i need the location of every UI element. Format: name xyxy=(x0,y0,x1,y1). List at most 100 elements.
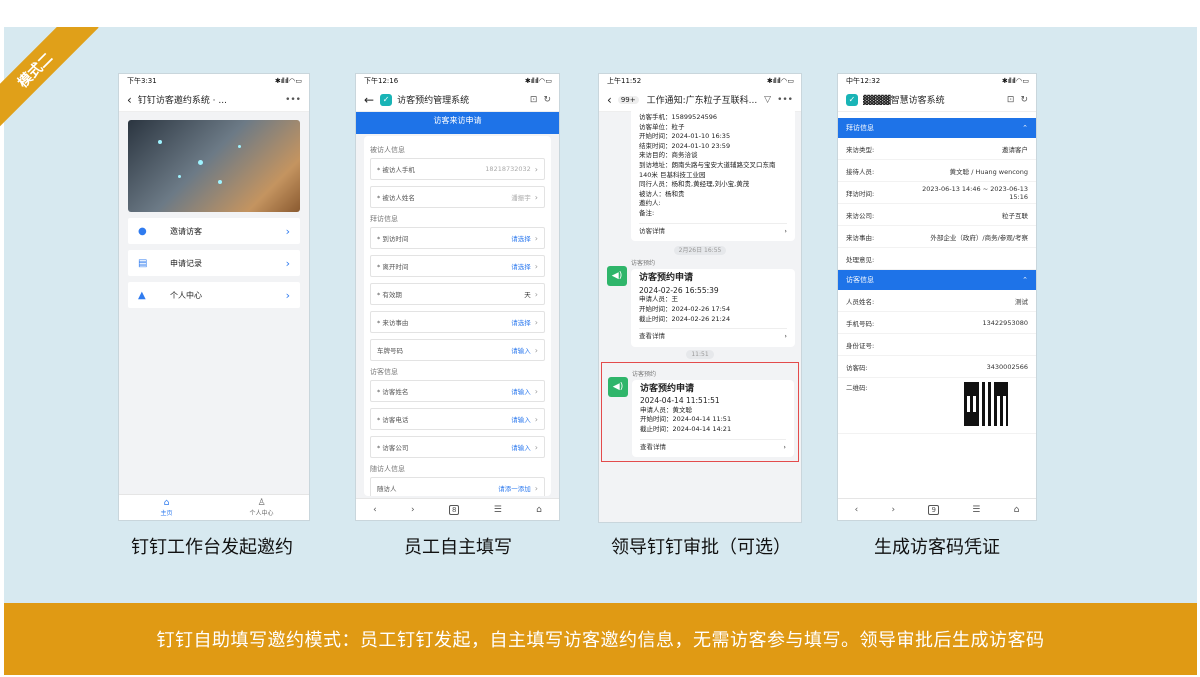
signal-icons: ✱ ıll ıll ◠ ▭ xyxy=(1001,77,1029,85)
chevron-right-icon: › xyxy=(784,226,787,235)
phone-approval-chat: 上午11:52 ✱ ıll ıll ◠ ▭ ‹ 99+ 工作通知:广东粒子互联科.… xyxy=(599,74,801,522)
visit-info-rows: 来访类型: 邀请客户 接待人员: 黄文聪 / Huang wencong 拜访时间: 20… xyxy=(838,138,1036,270)
info-key: 访客码: xyxy=(846,363,868,372)
qr-row: 二维码: xyxy=(838,378,1036,434)
form-field[interactable]: * 有效期 天 › xyxy=(370,283,545,305)
field-label: * 离开时间 xyxy=(377,263,409,271)
home-icon[interactable]: ⌂ xyxy=(536,505,542,515)
section-visitor-info[interactable]: 访客信息 ⌃ xyxy=(838,270,1036,290)
info-key: 处理意见: xyxy=(846,255,875,264)
back-icon[interactable]: ‹ xyxy=(127,93,132,107)
form-field[interactable]: * 访客姓名 请输入 › xyxy=(370,380,545,402)
chevron-right-icon: › xyxy=(534,289,538,299)
menu-item-label: 申请记录 xyxy=(170,258,202,268)
menu-item-label: 个人中心 xyxy=(170,290,202,300)
nav-back-icon[interactable]: ‹ xyxy=(855,505,859,515)
form-field[interactable]: * 来访事由 请选择 › xyxy=(370,311,545,333)
info-key: 身份证号: xyxy=(846,341,875,350)
more-icon[interactable]: ••• xyxy=(285,95,301,105)
menu-icon[interactable]: ☰ xyxy=(972,505,980,515)
previous-message: 访客手机：15899524596 访客单位：粒子 开始时间：2024-01-10 1… xyxy=(631,108,795,242)
field-value: 天 xyxy=(524,291,531,299)
form-field[interactable]: * 被访人手机 18218732032 › xyxy=(370,158,545,180)
refresh-icon[interactable]: ↻ xyxy=(543,95,551,105)
tabs-count-icon[interactable]: 8 xyxy=(448,504,460,515)
chevron-right-icon: › xyxy=(534,483,538,493)
details-link[interactable]: 访客详情 › xyxy=(639,222,787,237)
menu-icon[interactable]: ☰ xyxy=(494,505,502,515)
form-field[interactable]: * 访客电话 请输入 › xyxy=(370,408,545,430)
form-field[interactable]: 随访人 请添一添加 › xyxy=(370,477,545,496)
menu-item-label: 邀请访客 xyxy=(170,226,202,236)
tab-profile[interactable]: ♙ 个人中心 xyxy=(214,495,309,520)
app-title: 访客预约管理系统 xyxy=(397,96,470,106)
form-field[interactable]: 车牌号码 请输入 › xyxy=(370,339,545,361)
message-line: 结束时间：2024-01-10 23:59 xyxy=(639,141,731,150)
section-title: 拜访信息 xyxy=(370,215,398,223)
info-value: 2023-06-13 14:46 ~ 2023-06-13 15:16 xyxy=(922,184,1028,201)
tabs-count-icon[interactable]: 9 xyxy=(928,504,939,515)
back-icon[interactable]: ‹ xyxy=(607,93,612,107)
chevron-up-icon: ⌃ xyxy=(1022,276,1028,284)
mode-tag: 模式二 xyxy=(0,27,99,134)
person-icon: ▲ xyxy=(138,289,146,301)
status-time: 下午3:31 xyxy=(127,77,157,85)
info-value: 粒子互联 xyxy=(1002,211,1028,220)
highlighted-message: 访客预约 ◀) 访客预约申请 2024-04-14 11:51:51 申请人员：… xyxy=(601,361,799,463)
message-lines: 访客手机：15899524596 访客单位：粒子 开始时间：2024-01-10 1… xyxy=(639,113,787,219)
app-header: ← ✓ 访客预约管理系统 ⊡ ↻ xyxy=(356,88,559,112)
view-details-link[interactable]: 查看详情 › xyxy=(639,328,787,342)
chevron-right-icon: › xyxy=(285,288,290,302)
form-field[interactable]: * 访客公司 请输入 › xyxy=(370,436,545,458)
home-icon[interactable]: ⌂ xyxy=(1014,505,1020,515)
timestamp: 11:51 xyxy=(605,349,795,359)
info-key: 来访公司: xyxy=(846,211,875,220)
person-icon: ♙ xyxy=(257,498,266,508)
message-line: 邀约人: xyxy=(639,199,661,208)
signal-icons: ✱ ıll ıll ◠ ▭ xyxy=(766,77,794,85)
form-field[interactable]: * 离开时间 请选择 › xyxy=(370,255,545,277)
refresh-icon[interactable]: ↻ xyxy=(1020,95,1028,105)
info-value: 黄文聪 / Huang wencong xyxy=(949,167,1028,176)
form-field[interactable]: * 被访人姓名 潘振宇 › xyxy=(370,186,545,208)
field-value: 请输入 xyxy=(511,444,531,452)
menu-item[interactable]: ● 邀请访客 › xyxy=(128,218,300,244)
share-icon[interactable]: ⊡ xyxy=(530,95,538,105)
browser-nav: ‹ › 9 ☰ ⌂ xyxy=(838,498,1036,520)
app-header: ‹ 钉钉访客邀约系统 · ... ••• xyxy=(119,88,309,112)
info-key: 拜访时间: xyxy=(846,189,875,198)
visitor-info-rows: 人员姓名: 测试 手机号码: 13422953080 身份证号: 访客码: 34300025… xyxy=(838,290,1036,378)
menu-item[interactable]: ▤ 申请记录 › xyxy=(128,250,300,276)
field-label: * 被访人姓名 xyxy=(377,194,415,202)
back-icon[interactable]: ← xyxy=(364,93,374,107)
more-icon[interactable]: ••• xyxy=(777,95,793,105)
status-time: 下午12:16 xyxy=(364,77,399,85)
filter-icon[interactable]: ▽ xyxy=(764,95,771,105)
info-value: 13422953080 xyxy=(982,318,1029,327)
form-field[interactable]: * 到访时间 请选择 › xyxy=(370,227,545,249)
timestamp: 2月26日 16:55 xyxy=(605,245,795,256)
field-value: 请添一添加 xyxy=(498,485,531,493)
message-date: 2024-04-14 11:51:51 xyxy=(640,396,720,406)
chevron-right-icon: › xyxy=(534,386,538,396)
nav-forward-icon[interactable]: › xyxy=(411,505,415,515)
view-details-link[interactable]: 查看详情 › xyxy=(640,438,786,453)
caption-step-2: 员工自主填写 xyxy=(404,537,512,558)
form-card: 被访人信息 * 被访人手机 18218732032 › * 被访人姓名 潘振宇 › 拜访信息 *… xyxy=(364,136,551,496)
menu-item[interactable]: ▲ 个人中心 › xyxy=(128,282,300,308)
chevron-up-icon: ⌃ xyxy=(1022,124,1028,132)
share-icon[interactable]: ⊡ xyxy=(1007,95,1015,105)
field-value: 请选择 xyxy=(511,235,531,243)
tab-home[interactable]: ⌂ 主页 xyxy=(119,495,214,520)
info-value: 邀请客户 xyxy=(1002,145,1028,154)
message-line: 备注: xyxy=(639,208,655,217)
nav-forward-icon[interactable]: › xyxy=(892,505,896,515)
section-visit-info[interactable]: 拜访信息 ⌃ xyxy=(838,118,1036,138)
chevron-right-icon: › xyxy=(534,414,538,424)
slide: 模式二 下午3:31 ✱ ıll ıll ◠ ▭ ‹ 钉钉访客邀约系统 · ...… xyxy=(0,0,1200,677)
speaker-icon: ◀) xyxy=(607,266,627,287)
chevron-right-icon: › xyxy=(534,261,538,271)
unread-badge: 99+ xyxy=(617,95,639,104)
info-row: 身份证号: xyxy=(838,334,1036,356)
nav-back-icon[interactable]: ‹ xyxy=(373,505,377,515)
